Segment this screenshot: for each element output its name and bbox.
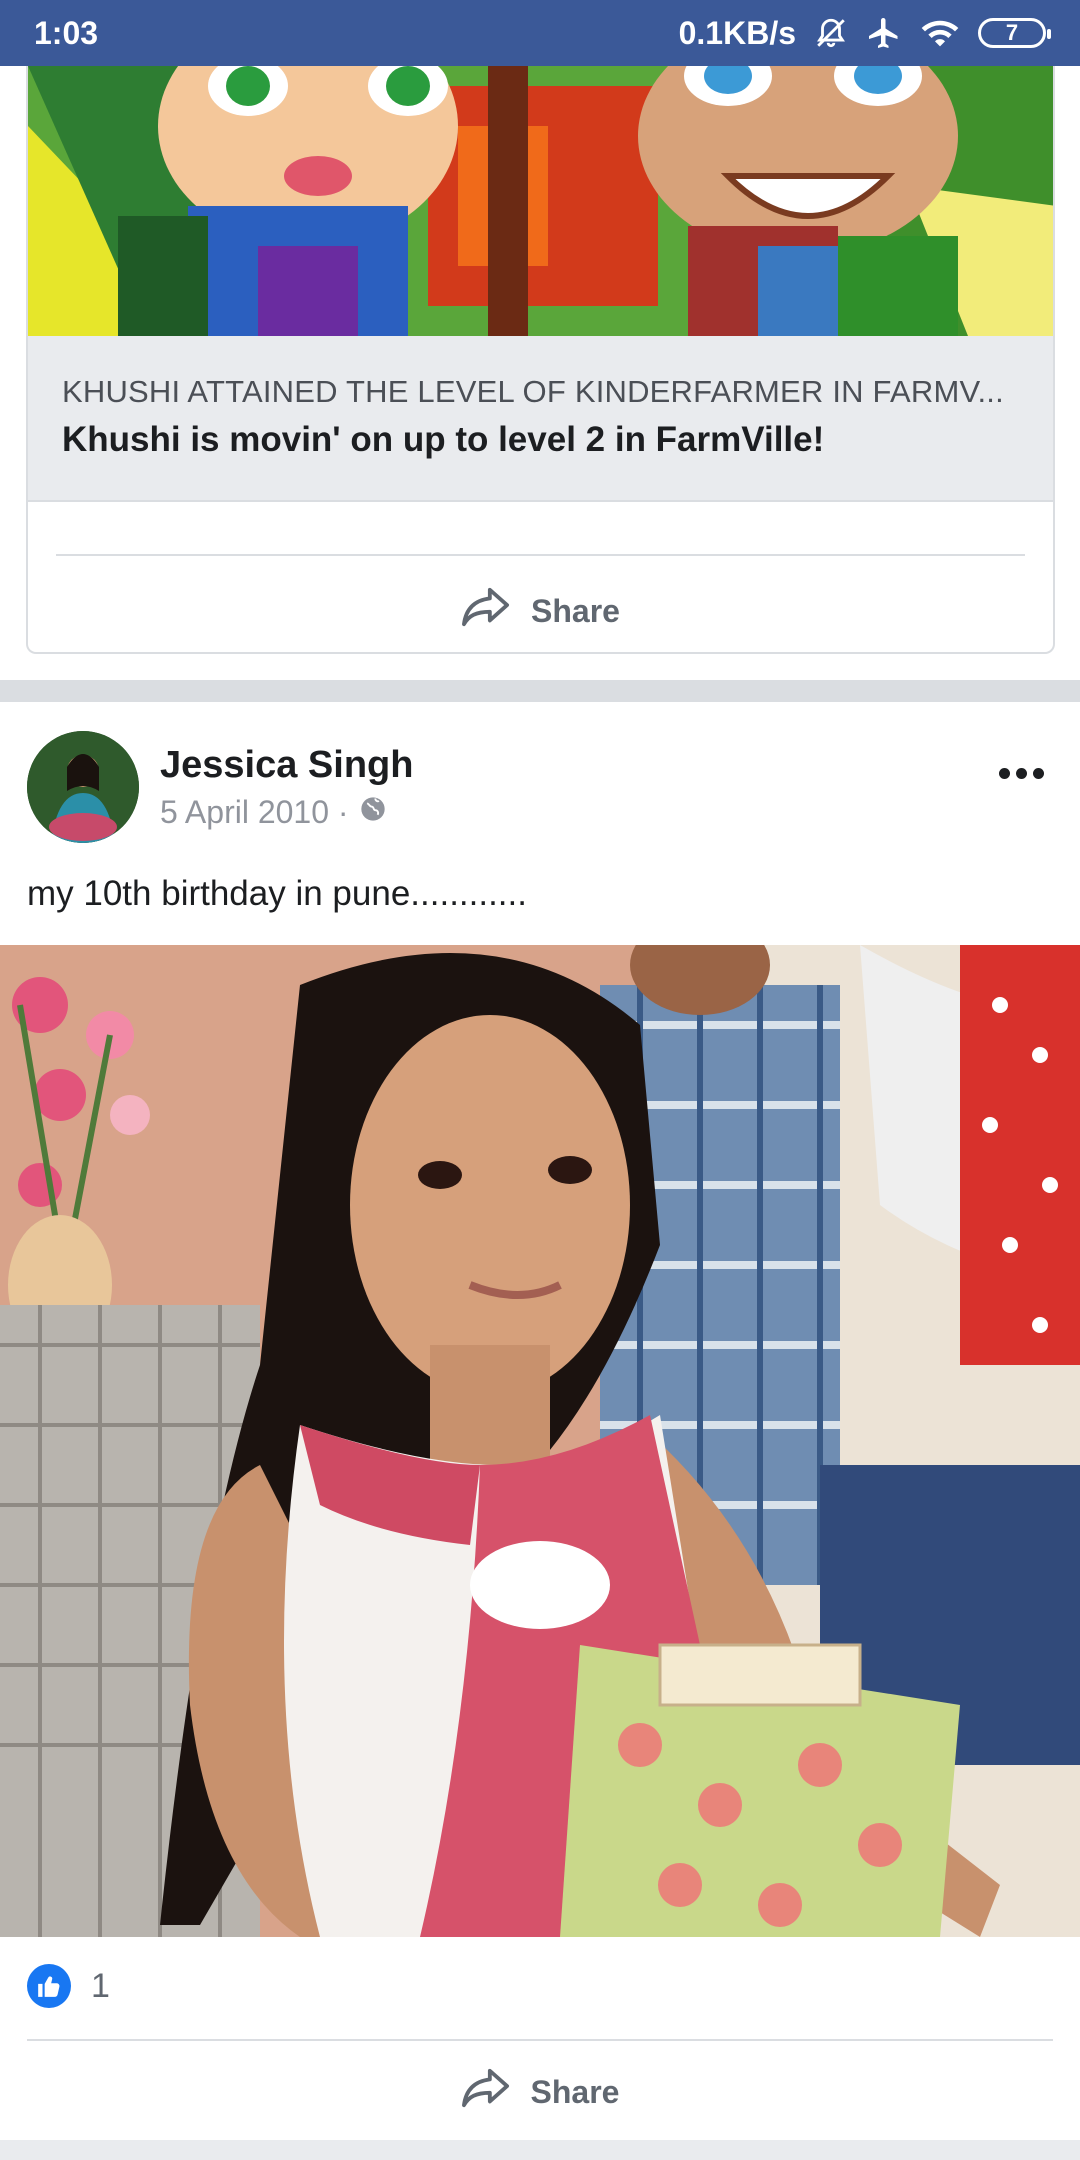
game-subtitle: KHUSHI ATTAINED THE LEVEL OF KINDERFARME…	[62, 374, 1004, 409]
status-icons: 0.1KB/s 7	[678, 14, 1051, 52]
status-time: 1:03	[34, 14, 99, 51]
airplane-icon	[866, 15, 902, 51]
network-speed: 0.1KB/s	[678, 14, 796, 51]
divider	[27, 2039, 1053, 2041]
globe-icon	[359, 794, 387, 831]
like-count: 1	[91, 1966, 110, 2005]
share-label: Share	[530, 2073, 620, 2110]
feed-separator	[0, 680, 1080, 702]
share-button[interactable]: Share	[0, 2052, 1080, 2132]
game-link-card[interactable]: KHUSHI ATTAINED THE LEVEL OF KINDERFARME…	[26, 66, 1055, 654]
share-button[interactable]: Share	[28, 576, 1053, 646]
shared-game-post: KHUSHI ATTAINED THE LEVEL OF KINDERFARME…	[0, 66, 1080, 680]
share-icon	[461, 584, 511, 638]
divider	[56, 554, 1025, 556]
more-options-button[interactable]	[999, 768, 1044, 779]
game-image[interactable]	[28, 66, 1053, 336]
game-title: Khushi is movin' on up to level 2 in Far…	[62, 420, 825, 459]
post-author[interactable]: Jessica Singh	[160, 744, 413, 787]
post-date[interactable]: 5 April 2010 ·	[160, 794, 349, 831]
reactions-summary[interactable]: 1	[27, 1964, 110, 2008]
dot	[1033, 768, 1044, 779]
post-meta: 5 April 2010 ·	[160, 794, 387, 831]
share-icon	[461, 2065, 511, 2119]
post-photo[interactable]	[0, 945, 1080, 1937]
post-text: my 10th birthday in pune............	[27, 874, 527, 913]
dot	[999, 768, 1010, 779]
status-bar: 1:03 0.1KB/s 7	[0, 0, 1080, 66]
battery-icon: 7	[978, 18, 1051, 48]
mute-bell-icon	[814, 16, 848, 50]
game-caption[interactable]: KHUSHI ATTAINED THE LEVEL OF KINDERFARME…	[28, 336, 1053, 502]
avatar[interactable]	[27, 731, 139, 843]
feed-post: Jessica Singh 5 April 2010 · my 10th bir…	[0, 702, 1080, 2140]
share-label: Share	[531, 592, 620, 629]
like-icon	[27, 1964, 71, 2008]
dot	[1016, 768, 1027, 779]
wifi-icon	[920, 16, 960, 50]
